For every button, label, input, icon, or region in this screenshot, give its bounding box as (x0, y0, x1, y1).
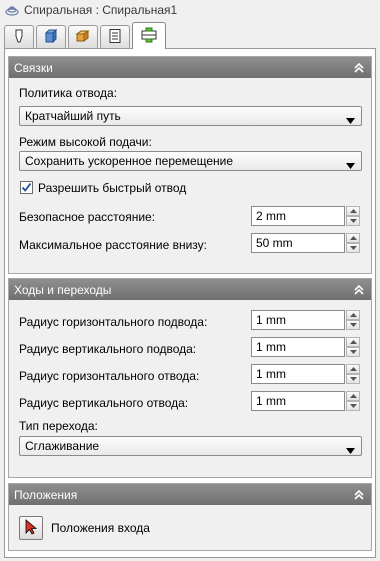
h-lead-in-stepper[interactable] (346, 310, 360, 330)
passes-section-title: Ходы и переходы (14, 282, 112, 297)
tool-icon (11, 28, 27, 47)
tab-list[interactable] (100, 25, 130, 49)
passes-section: Ходы и переходы Радиус горизонтального п… (8, 278, 372, 478)
high-feed-value: Сохранить ускоренное перемещение (25, 154, 234, 168)
v-lead-in-stepper[interactable] (346, 337, 360, 357)
max-down-value: 50 mm (256, 236, 293, 250)
spin-down-icon[interactable] (346, 320, 360, 330)
safe-distance-input[interactable]: 2 mm (251, 206, 345, 226)
positions-section-title: Положения (14, 487, 78, 502)
tab-strip (4, 22, 168, 49)
spin-down-icon[interactable] (346, 401, 360, 411)
cursor-arrow-icon (24, 518, 38, 538)
links-section-header[interactable]: Связки (9, 57, 371, 78)
links-icon (140, 27, 158, 46)
retract-policy-combo[interactable]: Кратчайший путь (19, 106, 362, 126)
tab-tool[interactable] (4, 25, 34, 49)
checkmark-icon (21, 182, 32, 192)
links-section: Связки Политика отвода: Кратчайший путь … (8, 56, 372, 274)
fast-retract-checkbox[interactable] (20, 181, 33, 194)
positions-section-header[interactable]: Положения (9, 484, 371, 505)
v-lead-out-stepper[interactable] (346, 391, 360, 411)
v-lead-in-input[interactable]: 1 mm (251, 337, 345, 357)
v-lead-in-label: Радиус вертикального подвода: (19, 342, 197, 356)
spin-up-icon[interactable] (346, 310, 360, 320)
max-down-label: Максимальное расстояние внизу: (19, 238, 208, 252)
tab-stock[interactable] (36, 25, 66, 49)
h-lead-in-input[interactable]: 1 mm (251, 310, 345, 330)
transition-type-label: Тип перехода: (19, 419, 98, 433)
chevron-down-icon (346, 443, 355, 457)
retract-policy-label: Политика отвода: (19, 86, 118, 100)
links-section-title: Связки (14, 60, 53, 75)
v-lead-in-value: 1 mm (256, 340, 286, 354)
v-lead-out-label: Радиус вертикального отвода: (19, 396, 189, 410)
high-feed-label: Режим высокой подачи: (19, 135, 152, 149)
h-lead-out-label: Радиус горизонтального отвода: (19, 369, 200, 383)
spin-up-icon[interactable] (346, 337, 360, 347)
list-icon (107, 28, 123, 47)
h-lead-in-label: Радиус горизонтального подвода: (19, 315, 208, 329)
passes-section-header[interactable]: Ходы и переходы (9, 279, 371, 300)
collapse-icon[interactable] (350, 59, 368, 77)
spin-down-icon[interactable] (346, 216, 360, 226)
block-icon (75, 28, 91, 47)
entry-positions-label: Положения входа (51, 521, 150, 535)
collapse-icon[interactable] (350, 281, 368, 299)
chevron-down-icon (346, 113, 355, 127)
h-lead-in-value: 1 mm (256, 313, 286, 327)
entry-positions-button[interactable] (19, 516, 43, 540)
spin-down-icon[interactable] (346, 374, 360, 384)
fast-retract-label: Разрешить быстрый отвод (38, 181, 187, 195)
spin-down-icon[interactable] (346, 347, 360, 357)
chevron-down-icon (346, 158, 355, 172)
tab-block[interactable] (68, 25, 98, 49)
v-lead-out-value: 1 mm (256, 394, 286, 408)
page-title: Спиральная : Спиральная1 (24, 3, 178, 17)
spin-up-icon[interactable] (346, 233, 360, 243)
high-feed-combo[interactable]: Сохранить ускоренное перемещение (19, 151, 362, 171)
spin-down-icon[interactable] (346, 243, 360, 253)
h-lead-out-value: 1 mm (256, 367, 286, 381)
retract-policy-value: Кратчайший путь (25, 109, 121, 123)
transition-type-value: Сглаживание (25, 439, 100, 453)
positions-section: Положения Положения входа (8, 483, 372, 551)
title-bar: Спиральная : Спиральная1 (0, 0, 380, 20)
spin-up-icon[interactable] (346, 206, 360, 216)
safe-distance-label: Безопасное расстояние: (19, 210, 156, 224)
max-down-input[interactable]: 50 mm (251, 233, 345, 253)
v-lead-out-input[interactable]: 1 mm (251, 391, 345, 411)
h-lead-out-stepper[interactable] (346, 364, 360, 384)
transition-type-combo[interactable]: Сглаживание (19, 436, 362, 456)
h-lead-out-input[interactable]: 1 mm (251, 364, 345, 384)
spin-up-icon[interactable] (346, 364, 360, 374)
max-down-stepper[interactable] (346, 233, 360, 253)
tab-links[interactable] (132, 22, 166, 49)
stock-icon (43, 28, 59, 47)
collapse-icon[interactable] (350, 486, 368, 504)
safe-distance-stepper[interactable] (346, 206, 360, 226)
spin-up-icon[interactable] (346, 391, 360, 401)
safe-distance-value: 2 mm (256, 209, 286, 223)
spiral-icon (4, 2, 20, 18)
